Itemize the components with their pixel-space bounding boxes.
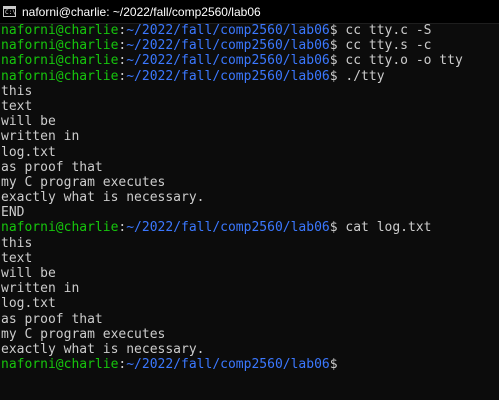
output-line: text — [1, 251, 499, 266]
output-text: my C program executes — [1, 326, 166, 342]
output-text: exactly what is necessary. — [1, 341, 205, 357]
prompt-path: ~/2022/fall/comp2560/lab06 — [126, 23, 330, 38]
prompt-user-host: naforni@charlie — [1, 220, 119, 236]
output-line: log.txt — [1, 145, 499, 160]
prompt-path: ~/2022/fall/comp2560/lab06 — [126, 38, 330, 54]
console-icon[interactable]: C:\ — [3, 6, 16, 17]
output-line: written in — [1, 281, 499, 296]
output-text: this — [1, 235, 33, 251]
prompt-path: ~/2022/fall/comp2560/lab06 — [126, 53, 330, 69]
output-text: log.txt — [1, 144, 56, 160]
prompt-user-host: naforni@charlie — [1, 23, 119, 38]
prompt-path: ~/2022/fall/comp2560/lab06 — [126, 357, 330, 373]
prompt-user-host: naforni@charlie — [1, 38, 119, 54]
command-text: $ cc tty.o -o tty — [329, 53, 463, 69]
prompt-line: naforni@charlie:~/2022/fall/comp2560/lab… — [1, 220, 499, 235]
prompt-path: ~/2022/fall/comp2560/lab06 — [126, 220, 330, 236]
output-line: as proof that — [1, 312, 499, 327]
output-text: text — [1, 250, 33, 266]
output-line: will be — [1, 266, 499, 281]
output-text: exactly what is necessary. — [1, 190, 205, 206]
output-line: exactly what is necessary. — [1, 342, 499, 357]
prompt-user-host: naforni@charlie — [1, 357, 119, 373]
output-text: text — [1, 98, 33, 114]
output-line: my C program executes — [1, 175, 499, 190]
prompt-user-host: naforni@charlie — [1, 53, 119, 69]
output-line: this — [1, 84, 499, 99]
prompt-line: naforni@charlie:~/2022/fall/comp2560/lab… — [1, 357, 499, 372]
prompt-line: naforni@charlie:~/2022/fall/comp2560/lab… — [1, 23, 499, 38]
prompt-user-host: naforni@charlie — [1, 68, 119, 84]
console-icon-glyph: C:\ — [5, 9, 16, 16]
prompt-line: naforni@charlie:~/2022/fall/comp2560/lab… — [1, 38, 499, 53]
output-text: written in — [1, 281, 80, 297]
output-line: will be — [1, 114, 499, 129]
output-line: as proof that — [1, 160, 499, 175]
output-line: log.txt — [1, 296, 499, 311]
command-text: $ cc tty.s -c — [329, 38, 432, 54]
output-line: written in — [1, 129, 499, 144]
output-line: exactly what is necessary. — [1, 190, 499, 205]
output-text: this — [1, 83, 33, 99]
output-line: text — [1, 99, 499, 114]
output-text: as proof that — [1, 311, 103, 327]
terminal-window: C:\ naforni@charlie: ~/2022/fall/comp256… — [0, 0, 499, 400]
prompt-line: naforni@charlie:~/2022/fall/comp2560/lab… — [1, 53, 499, 68]
output-line: this — [1, 236, 499, 251]
output-line: END — [1, 205, 499, 220]
terminal-output[interactable]: naforni@charlie:~/2022/fall/comp2560/lab… — [1, 23, 499, 372]
prompt-path: ~/2022/fall/comp2560/lab06 — [126, 68, 330, 84]
output-text: as proof that — [1, 159, 103, 175]
output-text: END — [1, 205, 25, 221]
output-text: will be — [1, 114, 56, 130]
output-line: my C program executes — [1, 327, 499, 342]
prompt-line: naforni@charlie:~/2022/fall/comp2560/lab… — [1, 69, 499, 84]
command-text: $ ./tty — [329, 68, 385, 84]
output-text: my C program executes — [1, 174, 166, 190]
command-text: $ cc tty.c -S — [329, 23, 432, 38]
title-bar[interactable]: C:\ naforni@charlie: ~/2022/fall/comp256… — [0, 0, 499, 24]
output-text: written in — [1, 129, 80, 145]
window-title: naforni@charlie: ~/2022/fall/comp2560/la… — [22, 4, 261, 19]
output-text: log.txt — [1, 296, 56, 312]
output-text: will be — [1, 266, 56, 281]
command-text: $ cat log.txt — [329, 220, 432, 236]
command-text: $ — [329, 357, 338, 373]
